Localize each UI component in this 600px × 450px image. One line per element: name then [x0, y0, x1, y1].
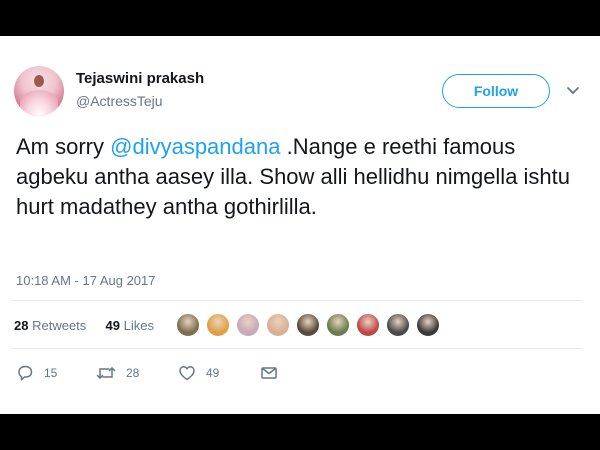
- engagement-stats: 28 Retweets 49 Likes: [14, 318, 154, 333]
- liker-avatar[interactable]: [236, 313, 260, 337]
- liker-avatar[interactable]: [356, 313, 380, 337]
- divider: [12, 348, 582, 349]
- reply-icon: [18, 365, 33, 381]
- liker-avatar[interactable]: [326, 313, 350, 337]
- liker-avatar[interactable]: [266, 313, 290, 337]
- retweet-icon: [96, 367, 116, 379]
- tweet-text: Am sorry @divyaspandana .Nange e reethi …: [16, 132, 586, 222]
- retweets-count[interactable]: 28: [14, 318, 28, 333]
- tweet-card: Tejaswini prakash @ActressTeju Follow Am…: [0, 36, 600, 414]
- follow-button[interactable]: Follow: [442, 74, 550, 108]
- direct-message-button[interactable]: [260, 362, 278, 384]
- liker-avatar[interactable]: [296, 313, 320, 337]
- retweet-count: 28: [126, 366, 140, 380]
- heart-icon: [179, 365, 195, 381]
- liker-avatar[interactable]: [176, 313, 200, 337]
- like-count: 49: [206, 366, 220, 380]
- envelope-icon: [261, 367, 277, 379]
- liker-avatar[interactable]: [416, 313, 440, 337]
- author-handle[interactable]: @ActressTeju: [76, 93, 163, 109]
- liker-avatar[interactable]: [386, 313, 410, 337]
- chevron-down-icon[interactable]: [566, 86, 580, 96]
- retweet-button[interactable]: 28: [96, 362, 139, 384]
- mention-link[interactable]: @divyaspandana: [110, 134, 280, 159]
- likes-count[interactable]: 49: [106, 318, 120, 333]
- divider: [12, 300, 582, 301]
- reply-count: 15: [44, 366, 58, 380]
- reply-button[interactable]: 15: [16, 362, 57, 384]
- tweet-timestamp[interactable]: 10:18 AM - 17 Aug 2017: [16, 273, 156, 288]
- like-button[interactable]: 49: [178, 362, 219, 384]
- liker-avatar[interactable]: [206, 313, 230, 337]
- retweets-label[interactable]: Retweets: [32, 318, 86, 333]
- likes-label[interactable]: Likes: [124, 318, 154, 333]
- author-name[interactable]: Tejaswini prakash: [76, 70, 204, 87]
- avatar[interactable]: [14, 66, 64, 116]
- tweet-text-prefix: Am sorry: [16, 134, 111, 159]
